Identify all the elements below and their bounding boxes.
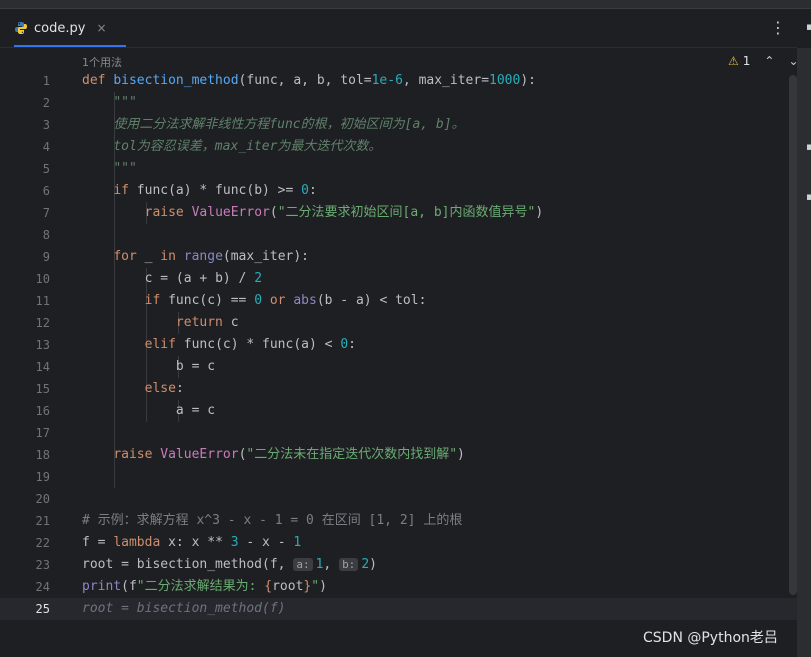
- param-hint-a: a:: [293, 558, 313, 571]
- code-line[interactable]: if func(a) * func(b) >= 0:: [82, 180, 317, 202]
- code-line[interactable]: 使用二分法求解非线性方程func的根，初始区间为[a, b]。: [82, 114, 464, 136]
- line-number: 5: [42, 162, 50, 176]
- line-number: 4: [42, 140, 50, 154]
- line-number: 21: [35, 514, 50, 528]
- active-tab-indicator: [14, 45, 126, 47]
- line-number: 8: [42, 228, 50, 242]
- line-number: 15: [35, 382, 50, 396]
- tab-close-icon[interactable]: ×: [96, 21, 106, 35]
- line-number: 2: [42, 96, 50, 110]
- tab-title: code.py: [34, 20, 86, 36]
- line-number: 7: [42, 206, 50, 220]
- line-number: 10: [35, 272, 50, 286]
- line-number: 1: [42, 74, 50, 88]
- line-number: 20: [35, 492, 50, 506]
- watermark: CSDN @Python老吕: [643, 630, 778, 646]
- vertical-scrollbar-thumb[interactable]: [789, 75, 797, 595]
- chevron-up-icon[interactable]: ⌃: [764, 54, 774, 68]
- code-line[interactable]: print(f"二分法求解结果为: {root}"): [82, 576, 327, 598]
- line-number: 17: [35, 426, 50, 440]
- tool-window-icon[interactable]: ▪: [806, 190, 811, 203]
- editor-tab-bar: code.py ×: [0, 9, 797, 48]
- code-line[interactable]: return c: [82, 312, 239, 334]
- code-line[interactable]: """: [82, 92, 136, 114]
- code-line[interactable]: f = lambda x: x ** 3 - x - 1: [82, 532, 301, 554]
- warning-icon: ⚠: [728, 54, 739, 68]
- code-line[interactable]: raise ValueError("二分法未在指定迭代次数内找到解"): [82, 444, 465, 466]
- warning-count: 1: [742, 54, 751, 68]
- more-options-icon[interactable]: ⋮: [770, 18, 786, 37]
- line-number: 24: [35, 580, 50, 594]
- code-line[interactable]: c = (a + b) / 2: [82, 268, 262, 290]
- code-line[interactable]: """: [82, 158, 136, 180]
- tool-window-icon[interactable]: ▪: [806, 20, 811, 33]
- line-number: 18: [35, 448, 50, 462]
- code-line[interactable]: b = c: [82, 356, 215, 378]
- code-line[interactable]: else:: [82, 378, 184, 400]
- code-line[interactable]: raise ValueError("二分法要求初始区间[a, b]内函数值异号"…: [82, 202, 544, 224]
- python-file-icon: [15, 22, 27, 34]
- line-number: 3: [42, 118, 50, 132]
- line-number: 12: [35, 316, 50, 330]
- line-number: 19: [35, 470, 50, 484]
- tool-window-icon[interactable]: ▪: [806, 140, 811, 153]
- param-hint-b: b:: [339, 558, 359, 571]
- code-line[interactable]: tol为容忍误差，max_iter为最大迭代次数。: [82, 136, 381, 158]
- tab-code-py[interactable]: code.py ×: [14, 9, 107, 47]
- inline-completion-suggestion[interactable]: root = bisection_method(f): [82, 598, 286, 620]
- line-number: 6: [42, 184, 50, 198]
- inspection-widget[interactable]: ⚠ 1 ⌃ ⌄: [728, 54, 799, 68]
- line-number-current: 25: [35, 602, 50, 616]
- line-number: 13: [35, 338, 50, 352]
- code-line[interactable]: root = bisection_method(f, a: 1, b: 2): [82, 554, 377, 576]
- code-line[interactable]: elif func(c) * func(a) < 0:: [82, 334, 356, 356]
- code-line[interactable]: a = c: [82, 400, 215, 422]
- line-number: 14: [35, 360, 50, 374]
- usages-hint[interactable]: 1个用法: [82, 54, 122, 70]
- window-top-strip: [0, 0, 811, 9]
- code-line[interactable]: for _ in range(max_iter):: [82, 246, 309, 268]
- line-number: 22: [35, 536, 50, 550]
- line-number: 23: [35, 558, 50, 572]
- line-number: 11: [35, 294, 50, 308]
- line-number: 16: [35, 404, 50, 418]
- code-editor[interactable]: 1个用法 ⚠ 1 ⌃ ⌄ 1 2 3 4 5 6 7 8 9 10 11 12 …: [0, 48, 799, 657]
- code-line[interactable]: # 示例：求解方程 x^3 - x - 1 = 0 在区间 [1, 2] 上的根: [82, 510, 462, 532]
- code-line[interactable]: def bisection_method(func, a, b, tol=1e-…: [82, 70, 536, 92]
- line-number: 9: [42, 250, 50, 264]
- code-line[interactable]: if func(c) == 0 or abs(b - a) < tol:: [82, 290, 427, 312]
